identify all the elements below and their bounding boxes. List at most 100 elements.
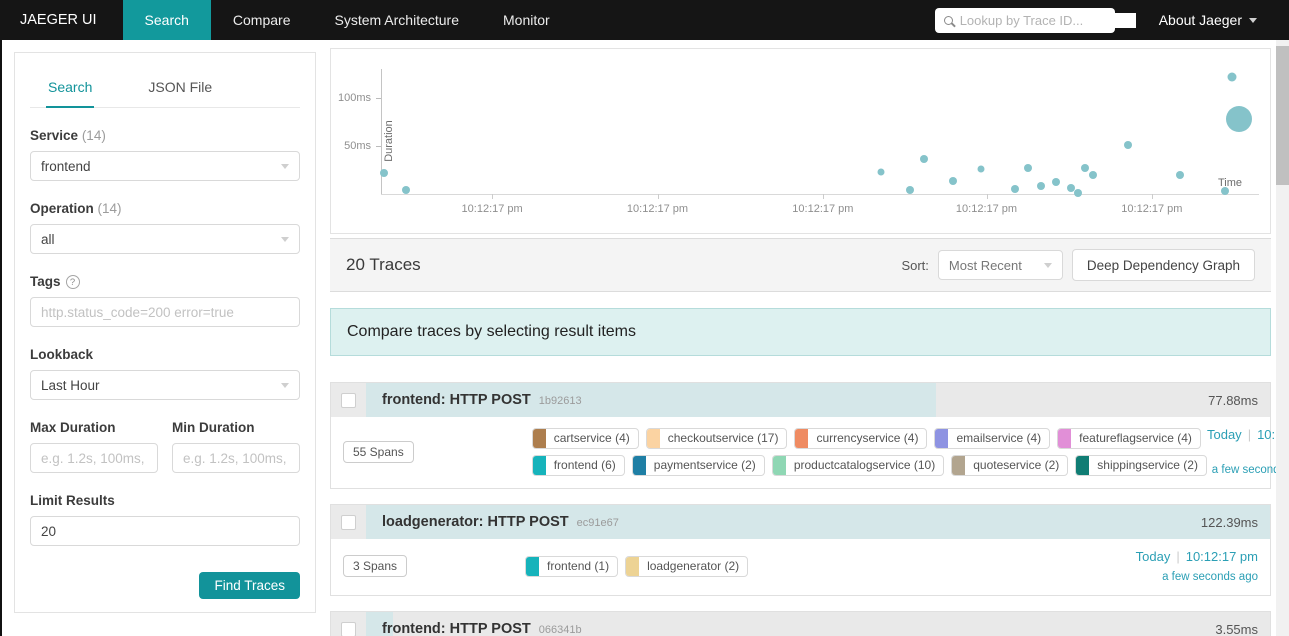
service-tag-pill[interactable]: frontend (6) xyxy=(531,454,625,476)
lookback-select[interactable]: Last Hour xyxy=(30,370,300,400)
min-duration-input[interactable] xyxy=(172,443,300,473)
scatter-point[interactable] xyxy=(977,165,985,173)
find-traces-button[interactable]: Find Traces xyxy=(199,572,300,599)
scatter-point[interactable] xyxy=(1089,170,1098,179)
scrollbar-thumb[interactable] xyxy=(1276,46,1289,185)
nav-item-system-architecture[interactable]: System Architecture xyxy=(313,0,482,40)
scatter-point[interactable] xyxy=(1225,106,1252,133)
service-tag-label: shippingservice (2) xyxy=(1097,457,1198,472)
scatter-point[interactable] xyxy=(920,155,929,164)
trace-card-header[interactable]: frontend: HTTP POST 1b92613 77.88ms xyxy=(331,383,1270,417)
service-tag-pill[interactable]: emailservice (4) xyxy=(934,427,1051,449)
service-tag-label: currencyservice (4) xyxy=(816,430,919,445)
scatter-point[interactable] xyxy=(877,168,885,176)
service-select[interactable]: frontend xyxy=(30,151,300,181)
service-tag-pill[interactable]: frontend (1) xyxy=(525,555,619,577)
service-tag-pill[interactable]: cartservice (4) xyxy=(531,427,639,449)
scatter-point[interactable] xyxy=(949,177,958,186)
trace-card-header[interactable]: loadgenerator: HTTP POST ec91e67 122.39ms xyxy=(331,505,1270,539)
service-tag-rows: cartservice (4) checkoutservice (17) curre… xyxy=(531,427,1207,476)
trace-duration: 3.55ms xyxy=(1215,621,1258,636)
scatter-point[interactable] xyxy=(1051,178,1060,186)
x-tick-label: 10:12:17 pm xyxy=(955,203,1018,215)
y-tick-mark xyxy=(376,146,381,147)
scatter-point[interactable] xyxy=(1080,164,1089,173)
service-tag-label: cartservice (4) xyxy=(553,430,630,445)
service-tag-pill[interactable]: checkoutservice (17) xyxy=(645,427,788,449)
service-tag-pill[interactable]: paymentservice (2) xyxy=(631,454,765,476)
service-tag-pill[interactable]: currencyservice (4) xyxy=(794,427,928,449)
scatter-point[interactable] xyxy=(1124,141,1133,150)
service-tag-pill[interactable]: quoteservice (2) xyxy=(951,454,1069,476)
scatter-point[interactable] xyxy=(1074,189,1083,198)
sidebar-tab-json-file[interactable]: JSON File xyxy=(146,73,214,107)
service-tag-pill[interactable]: featureflagservice (4) xyxy=(1057,427,1201,449)
scatter-point[interactable] xyxy=(402,186,411,195)
service-color-swatch xyxy=(646,428,660,448)
tags-input[interactable] xyxy=(30,297,300,327)
nav-item-monitor[interactable]: Monitor xyxy=(481,0,572,40)
chevron-down-icon xyxy=(281,163,289,169)
trace-card[interactable]: loadgenerator: HTTP POST ec91e67 122.39ms… xyxy=(330,504,1271,596)
lookback-label: Lookback xyxy=(30,347,94,362)
trace-date-time[interactable]: Today|10:12:17 pm xyxy=(1136,549,1258,564)
trace-lookup-box[interactable] xyxy=(934,7,1136,33)
service-color-swatch xyxy=(532,428,546,448)
x-tick-mark xyxy=(492,194,494,199)
nav-item-search[interactable]: Search xyxy=(122,0,211,40)
max-duration-label: Max Duration xyxy=(30,420,116,435)
sidebar-tab-search[interactable]: Search xyxy=(46,73,95,108)
scrollbar-track[interactable] xyxy=(1276,40,1289,636)
trace-title: frontend: HTTP POST 066341b xyxy=(382,621,582,636)
service-tag-label: frontend (6) xyxy=(553,457,616,472)
date-separator: | xyxy=(1176,549,1180,564)
trace-select-checkbox[interactable] xyxy=(341,392,356,408)
trace-lookup-input[interactable] xyxy=(959,12,1136,28)
service-tag-pill[interactable]: loadgenerator (2) xyxy=(625,555,749,577)
about-jaeger-menu[interactable]: About Jaeger xyxy=(1159,0,1257,40)
trace-card[interactable]: frontend: HTTP POST 1b92613 77.88ms 55 Sp… xyxy=(330,382,1289,489)
chevron-down-icon xyxy=(1043,262,1052,268)
sort-select[interactable]: Most Recent xyxy=(937,250,1063,280)
trace-select-checkbox[interactable] xyxy=(341,514,356,530)
y-axis-title: Duration xyxy=(383,120,395,162)
nav-item-compare[interactable]: Compare xyxy=(211,0,313,40)
scatter-point[interactable] xyxy=(379,168,388,177)
limit-results-input[interactable] xyxy=(30,516,300,546)
trace-select-checkbox[interactable] xyxy=(341,621,356,636)
x-tick-label: 10:12:17 pm xyxy=(626,203,689,215)
y-tick-mark xyxy=(376,98,381,99)
trace-checkbox-cell xyxy=(331,505,366,539)
operation-label: Operation (14) xyxy=(30,201,122,216)
x-axis-line xyxy=(381,194,1259,195)
scatter-point[interactable] xyxy=(1066,184,1075,193)
scatter-point[interactable] xyxy=(1175,170,1184,179)
limit-results-label: Limit Results xyxy=(30,493,115,508)
max-duration-input[interactable] xyxy=(30,443,158,473)
trace-duration-bar-region: frontend: HTTP POST 1b92613 77.88ms xyxy=(366,383,1270,417)
scatter-point[interactable] xyxy=(1023,164,1032,173)
trace-result-list: frontend: HTTP POST 1b92613 77.88ms 55 Sp… xyxy=(330,382,1289,636)
trace-card[interactable]: frontend: HTTP POST 066341b 3.55ms xyxy=(330,611,1271,636)
service-color-swatch xyxy=(626,556,640,576)
trace-checkbox-cell xyxy=(331,383,366,417)
date-separator: | xyxy=(1247,427,1252,442)
span-count-pill[interactable]: 55 Spans xyxy=(343,440,414,463)
y-tick-label: 50ms xyxy=(344,140,371,152)
scatter-point[interactable] xyxy=(1221,186,1230,195)
trace-card-header[interactable]: frontend: HTTP POST 066341b 3.55ms xyxy=(331,612,1270,636)
scatter-point[interactable] xyxy=(905,186,914,195)
service-tag-label: checkoutservice (17) xyxy=(667,430,779,445)
service-tag-label: paymentservice (2) xyxy=(653,457,756,472)
service-tag-pill[interactable]: productcatalogservice (10) xyxy=(771,454,945,476)
operation-select[interactable]: all xyxy=(30,224,300,254)
service-tag-pill[interactable]: shippingservice (2) xyxy=(1075,454,1207,476)
trace-title: frontend: HTTP POST 1b92613 xyxy=(382,392,582,408)
deep-dependency-graph-button[interactable]: Deep Dependency Graph xyxy=(1071,249,1255,281)
scatter-point[interactable] xyxy=(1010,185,1019,194)
scatter-point[interactable] xyxy=(1227,72,1237,81)
min-duration-label: Min Duration xyxy=(172,420,255,435)
scatter-point[interactable] xyxy=(1036,182,1045,191)
span-count-pill[interactable]: 3 Spans xyxy=(343,555,408,577)
help-icon[interactable]: ? xyxy=(65,275,80,289)
